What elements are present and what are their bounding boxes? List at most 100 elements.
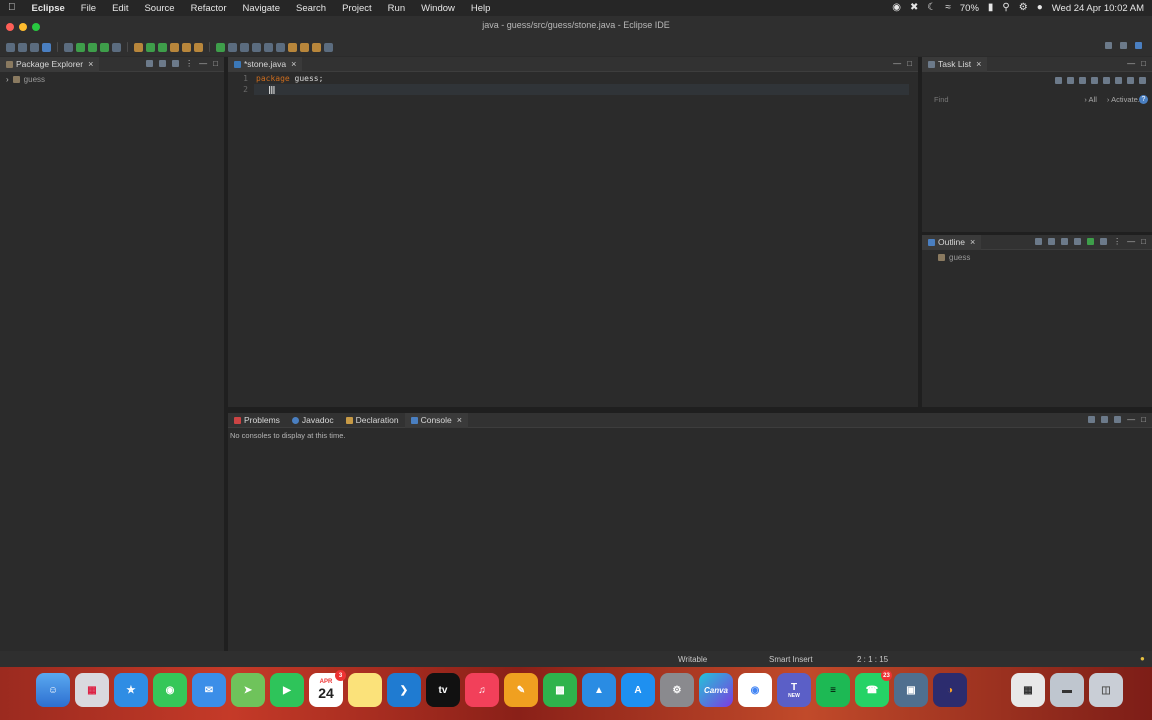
menu-file[interactable]: File [73,3,104,14]
chrome-icon[interactable]: ◉ [738,673,772,707]
maximize-icon[interactable]: □ [907,60,912,68]
new-class-icon[interactable] [158,42,167,52]
preview-icon[interactable]: ▣ [894,673,928,707]
filter-icon[interactable] [172,60,180,67]
launchpad-icon[interactable]: ▦ [75,673,109,707]
menu-window[interactable]: Window [413,3,463,14]
maximize-icon[interactable]: □ [213,60,218,68]
teams-icon[interactable]: T NEW [777,673,811,707]
menu-navigate[interactable]: Navigate [234,3,288,14]
siri-icon[interactable]: ● [1037,3,1043,13]
collapse-all-icon[interactable] [146,60,154,67]
hide-fields-icon[interactable] [1061,238,1069,245]
display-selected-console-icon[interactable] [1088,416,1096,423]
menu-help[interactable]: Help [463,3,499,14]
canva-icon[interactable]: Canva [699,673,733,707]
search-icon[interactable] [194,42,203,52]
finder-icon[interactable]: ☺ [36,673,70,707]
previous-annotation-icon[interactable] [276,42,285,52]
safari-icon[interactable]: ✯ [114,673,148,707]
facetime-icon[interactable]: ▶ [270,673,304,707]
numbers-icon[interactable]: ▩ [543,673,577,707]
outline-item-guess[interactable]: guess [922,250,1152,262]
minimize-icon[interactable]: — [1127,60,1135,68]
maximize-icon[interactable]: □ [1141,416,1146,424]
minimize-icon[interactable]: — [893,60,901,68]
maximize-icon[interactable]: □ [1141,60,1146,68]
show-whitespace-icon[interactable] [252,42,261,52]
debug-icon[interactable] [76,42,85,52]
menu-refactor[interactable]: Refactor [183,3,235,14]
close-icon[interactable]: × [457,415,462,425]
spotify-icon[interactable]: ≡ [816,673,850,707]
code-line-2[interactable]: 2 [228,85,256,94]
menu-source[interactable]: Source [136,3,182,14]
hide-local-types-icon[interactable] [1100,238,1108,245]
mail-icon[interactable]: ✉ [192,673,226,707]
new-icon[interactable] [6,42,15,52]
tab-javadoc[interactable]: Javadoc [286,413,340,428]
open-perspective-icon[interactable] [1120,42,1127,49]
open-type-icon[interactable] [170,42,179,52]
control-center-icon[interactable]: ⚙ [1019,3,1028,13]
hide-nonpublic-icon[interactable] [1087,238,1095,245]
status-insert-mode[interactable]: Smart Insert [769,655,813,664]
open-console-icon[interactable] [1114,416,1122,423]
keynote-icon[interactable]: ▲ [582,673,616,707]
new-task-icon[interactable] [1055,77,1062,84]
tab-task-list[interactable]: Task List × [922,56,988,72]
save-icon[interactable] [18,42,27,52]
minimize-icon[interactable]: — [1127,416,1135,424]
categorized-icon[interactable] [1079,77,1086,84]
lightbulb-icon[interactable]: ● [1140,654,1145,663]
app-store-icon[interactable]: A [621,673,655,707]
music-icon[interactable]: ♫ [465,673,499,707]
menu-project[interactable]: Project [334,3,380,14]
save-all-icon[interactable] [30,42,39,52]
link-with-editor-icon[interactable] [159,60,167,67]
tree-item-guess[interactable]: › guess [0,72,224,84]
spotlight-search-icon[interactable]: ⚲ [1002,3,1009,13]
coverage-icon[interactable] [100,42,109,52]
notes-icon[interactable] [348,673,382,707]
terminal-icon[interactable] [42,42,51,52]
close-icon[interactable]: × [291,59,296,69]
new-package-icon[interactable] [146,42,155,52]
filter-all-link[interactable]: › All [1084,95,1097,104]
system-settings-icon[interactable]: ⚙ [660,673,694,707]
vscode-icon[interactable]: ❯ [387,673,421,707]
minimize-icon[interactable]: — [199,60,207,68]
minimize-icon[interactable]: — [1127,238,1135,246]
pin-console-icon[interactable] [1101,416,1109,423]
external-tools-icon[interactable] [112,42,121,52]
open-task-icon[interactable] [182,42,191,52]
last-edit-location-icon[interactable] [288,42,297,52]
calendar-icon[interactable]: APR 24 3 [309,670,346,707]
pages-icon[interactable]: ✎ [504,673,538,707]
tab-stone-java[interactable]: *stone.java × [228,56,303,72]
maps-icon[interactable]: ➤ [231,673,265,707]
tab-outline[interactable]: Outline × [922,234,982,250]
toggle-word-wrap-icon[interactable] [228,42,237,52]
forward-icon[interactable] [312,42,321,52]
skip-breakpoints-icon[interactable] [64,42,73,52]
chevron-right-icon[interactable]: › [6,76,9,84]
menu-run[interactable]: Run [380,3,413,14]
messages-icon[interactable]: ◉ [153,673,187,707]
toggle-mark-occurrences-icon[interactable] [216,42,225,52]
apple-tv-icon[interactable]: tv [426,673,460,707]
menu-edit[interactable]: Edit [104,3,136,14]
hide-completed-icon[interactable] [1103,77,1110,84]
close-icon[interactable]: × [976,59,981,69]
quick-access-search-icon[interactable] [1105,42,1112,49]
next-annotation-icon[interactable] [264,42,273,52]
view-menu-icon[interactable]: ⋮ [1113,238,1121,246]
collapse-all-icon[interactable] [1035,238,1043,245]
task-find-input[interactable]: Find [934,95,949,104]
tab-package-explorer[interactable]: Package Explorer × [0,56,100,72]
record-icon[interactable]: ◉ [892,3,901,13]
run-icon[interactable] [88,42,97,52]
sort-icon[interactable] [1048,238,1056,245]
menubar-clock[interactable]: Wed 24 Apr 10:02 AM [1052,3,1144,14]
close-icon[interactable]: × [970,237,975,247]
